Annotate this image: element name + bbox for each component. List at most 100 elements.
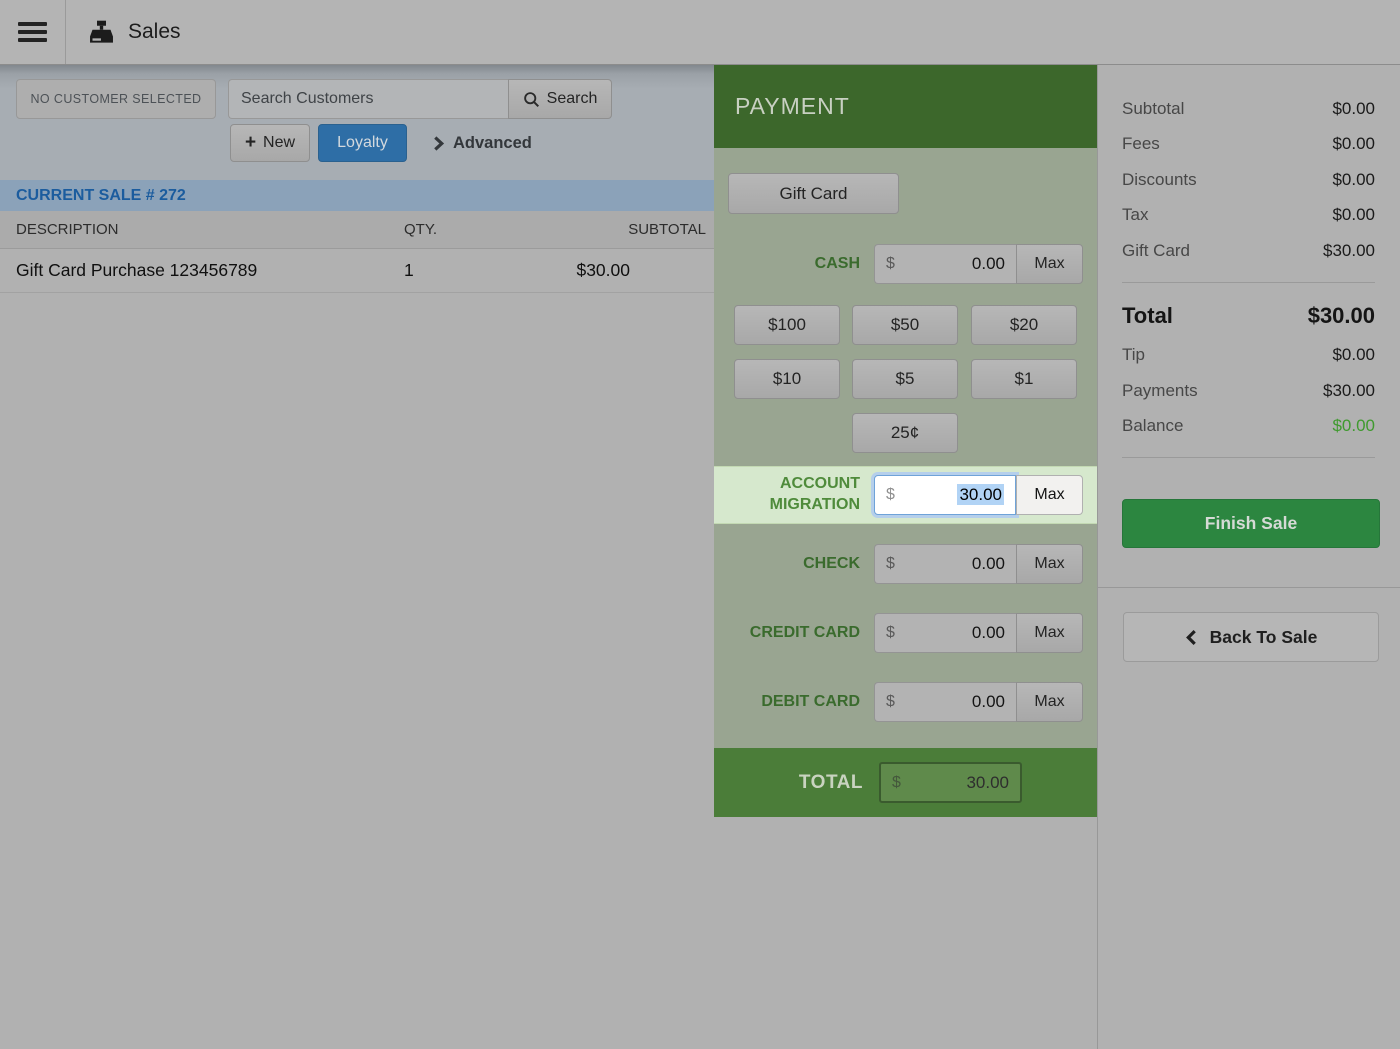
debit-card-amount-value: 0.00 xyxy=(895,692,1005,712)
payment-row-account-migration: ACCOUNT MIGRATION $ 30.00 Max xyxy=(714,466,1097,524)
cash-amount-input[interactable]: $ 0.00 xyxy=(874,244,1016,284)
cash-amount-value: 0.00 xyxy=(895,254,1005,274)
plus-icon: + xyxy=(245,133,256,152)
sale-table-header: DESCRIPTION QTY. SUBTOTAL xyxy=(0,211,714,249)
payments-value: $30.00 xyxy=(1323,381,1375,401)
discounts-label: Discounts xyxy=(1122,170,1197,190)
tip-label: Tip xyxy=(1122,345,1145,365)
search-button[interactable]: Search xyxy=(508,79,612,119)
check-amount-input[interactable]: $ 0.00 xyxy=(874,544,1016,584)
payment-row-credit-card: CREDIT CARD $ 0.00 Max xyxy=(714,613,1097,653)
check-amount-value: 0.00 xyxy=(895,554,1005,574)
payment-panel: PAYMENT Gift Card CASH $ 0.00 Max $100 $… xyxy=(714,65,1097,817)
account-migration-max-button[interactable]: Max xyxy=(1016,475,1083,515)
fees-value: $0.00 xyxy=(1332,134,1375,154)
hamburger-icon xyxy=(18,18,47,46)
gift-card-button[interactable]: Gift Card xyxy=(728,173,899,214)
total-value: $30.00 xyxy=(1308,303,1375,329)
column-divider xyxy=(1098,587,1400,588)
gift-card-label: Gift Card xyxy=(1122,241,1190,261)
debit-card-max-button[interactable]: Max xyxy=(1016,682,1083,722)
page-title: Sales xyxy=(128,20,181,44)
cash-label: CASH xyxy=(714,254,860,275)
account-migration-label: ACCOUNT MIGRATION xyxy=(714,474,860,516)
check-label: CHECK xyxy=(714,554,860,575)
account-migration-amount-value: 30.00 xyxy=(957,484,1004,505)
summary-divider xyxy=(1122,457,1375,458)
search-icon xyxy=(523,91,540,108)
item-description: Gift Card Purchase 123456789 xyxy=(0,260,404,281)
denom-5-button[interactable]: $5 xyxy=(852,359,958,399)
debit-card-amount-input[interactable]: $ 0.00 xyxy=(874,682,1016,722)
payment-row-check: CHECK $ 0.00 Max xyxy=(714,544,1097,584)
no-customer-button[interactable]: NO CUSTOMER SELECTED xyxy=(16,79,216,119)
loyalty-button[interactable]: Loyalty xyxy=(318,124,407,162)
summary-row-tax: Tax $0.00 xyxy=(1122,198,1375,234)
summary-row-fees: Fees $0.00 xyxy=(1122,127,1375,163)
back-to-sale-button[interactable]: Back To Sale xyxy=(1123,612,1379,662)
back-to-sale-label: Back To Sale xyxy=(1210,627,1318,648)
tax-value: $0.00 xyxy=(1332,205,1375,225)
customer-toolbar: NO CUSTOMER SELECTED Search + New Loyalt… xyxy=(0,65,714,180)
credit-card-max-button[interactable]: Max xyxy=(1016,613,1083,653)
debit-card-label: DEBIT CARD xyxy=(714,692,860,713)
currency-symbol: $ xyxy=(886,624,895,642)
finish-sale-button[interactable]: Finish Sale xyxy=(1122,499,1380,548)
summary-row-gift-card: Gift Card $30.00 xyxy=(1122,233,1375,269)
balance-label: Balance xyxy=(1122,416,1183,436)
cash-register-icon xyxy=(88,19,115,46)
new-customer-button[interactable]: + New xyxy=(230,124,310,162)
item-qty: 1 xyxy=(404,260,514,281)
payment-total-band: TOTAL $ 30.00 xyxy=(714,748,1097,817)
credit-card-amount-input[interactable]: $ 0.00 xyxy=(874,613,1016,653)
total-label: Total xyxy=(1122,303,1173,329)
summary-row-subtotal: Subtotal $0.00 xyxy=(1122,91,1375,127)
tip-value: $0.00 xyxy=(1332,345,1375,365)
menu-button[interactable] xyxy=(0,0,66,64)
currency-symbol: $ xyxy=(886,486,895,504)
denom-1-button[interactable]: $1 xyxy=(971,359,1077,399)
payment-row-cash: CASH $ 0.00 Max xyxy=(714,244,1097,284)
sale-line-item[interactable]: Gift Card Purchase 123456789 1 $30.00 xyxy=(0,249,714,293)
new-button-label: New xyxy=(263,134,295,152)
app-brand: Sales xyxy=(88,0,181,64)
sale-summary-panel: Subtotal $0.00 Fees $0.00 Discounts $0.0… xyxy=(1097,65,1400,1049)
customer-search: Search xyxy=(228,79,612,119)
denom-100-button[interactable]: $100 xyxy=(734,305,840,345)
credit-card-label: CREDIT CARD xyxy=(714,623,860,644)
account-migration-amount-input[interactable]: $ 30.00 xyxy=(874,475,1016,515)
subtotal-value: $0.00 xyxy=(1332,99,1375,119)
column-qty: QTY. xyxy=(404,221,514,238)
search-input[interactable] xyxy=(228,79,508,119)
payment-row-debit-card: DEBIT CARD $ 0.00 Max xyxy=(714,682,1097,722)
denom-10-button[interactable]: $10 xyxy=(734,359,840,399)
cash-max-button[interactable]: Max xyxy=(1016,244,1083,284)
subtotal-label: Subtotal xyxy=(1122,99,1184,119)
item-subtotal: $30.00 xyxy=(514,260,714,281)
denom-25c-button[interactable]: 25¢ xyxy=(852,413,958,453)
currency-symbol: $ xyxy=(892,774,901,792)
chevron-right-icon xyxy=(432,136,445,151)
check-max-button[interactable]: Max xyxy=(1016,544,1083,584)
currency-symbol: $ xyxy=(886,693,895,711)
balance-value: $0.00 xyxy=(1332,416,1375,436)
summary-row-balance: Balance $0.00 xyxy=(1122,409,1375,445)
payment-total-value: 30.00 xyxy=(901,773,1009,793)
summary-row-total: Total $30.00 xyxy=(1122,294,1375,338)
discounts-value: $0.00 xyxy=(1332,170,1375,190)
denom-20-button[interactable]: $20 xyxy=(971,305,1077,345)
tax-label: Tax xyxy=(1122,205,1148,225)
column-subtotal: SUBTOTAL xyxy=(514,221,714,238)
chevron-left-icon xyxy=(1185,629,1198,646)
advanced-link[interactable]: Advanced xyxy=(432,124,532,162)
denom-50-button[interactable]: $50 xyxy=(852,305,958,345)
payment-header: PAYMENT xyxy=(714,65,1097,148)
currency-symbol: $ xyxy=(886,555,895,573)
payment-body: Gift Card CASH $ 0.00 Max $100 $50 $20 $… xyxy=(714,148,1097,748)
currency-symbol: $ xyxy=(886,255,895,273)
gift-card-value: $30.00 xyxy=(1323,241,1375,261)
summary-row-payments: Payments $30.00 xyxy=(1122,373,1375,409)
advanced-link-label: Advanced xyxy=(453,134,532,153)
payment-total-input: $ 30.00 xyxy=(879,762,1022,803)
fees-label: Fees xyxy=(1122,134,1160,154)
